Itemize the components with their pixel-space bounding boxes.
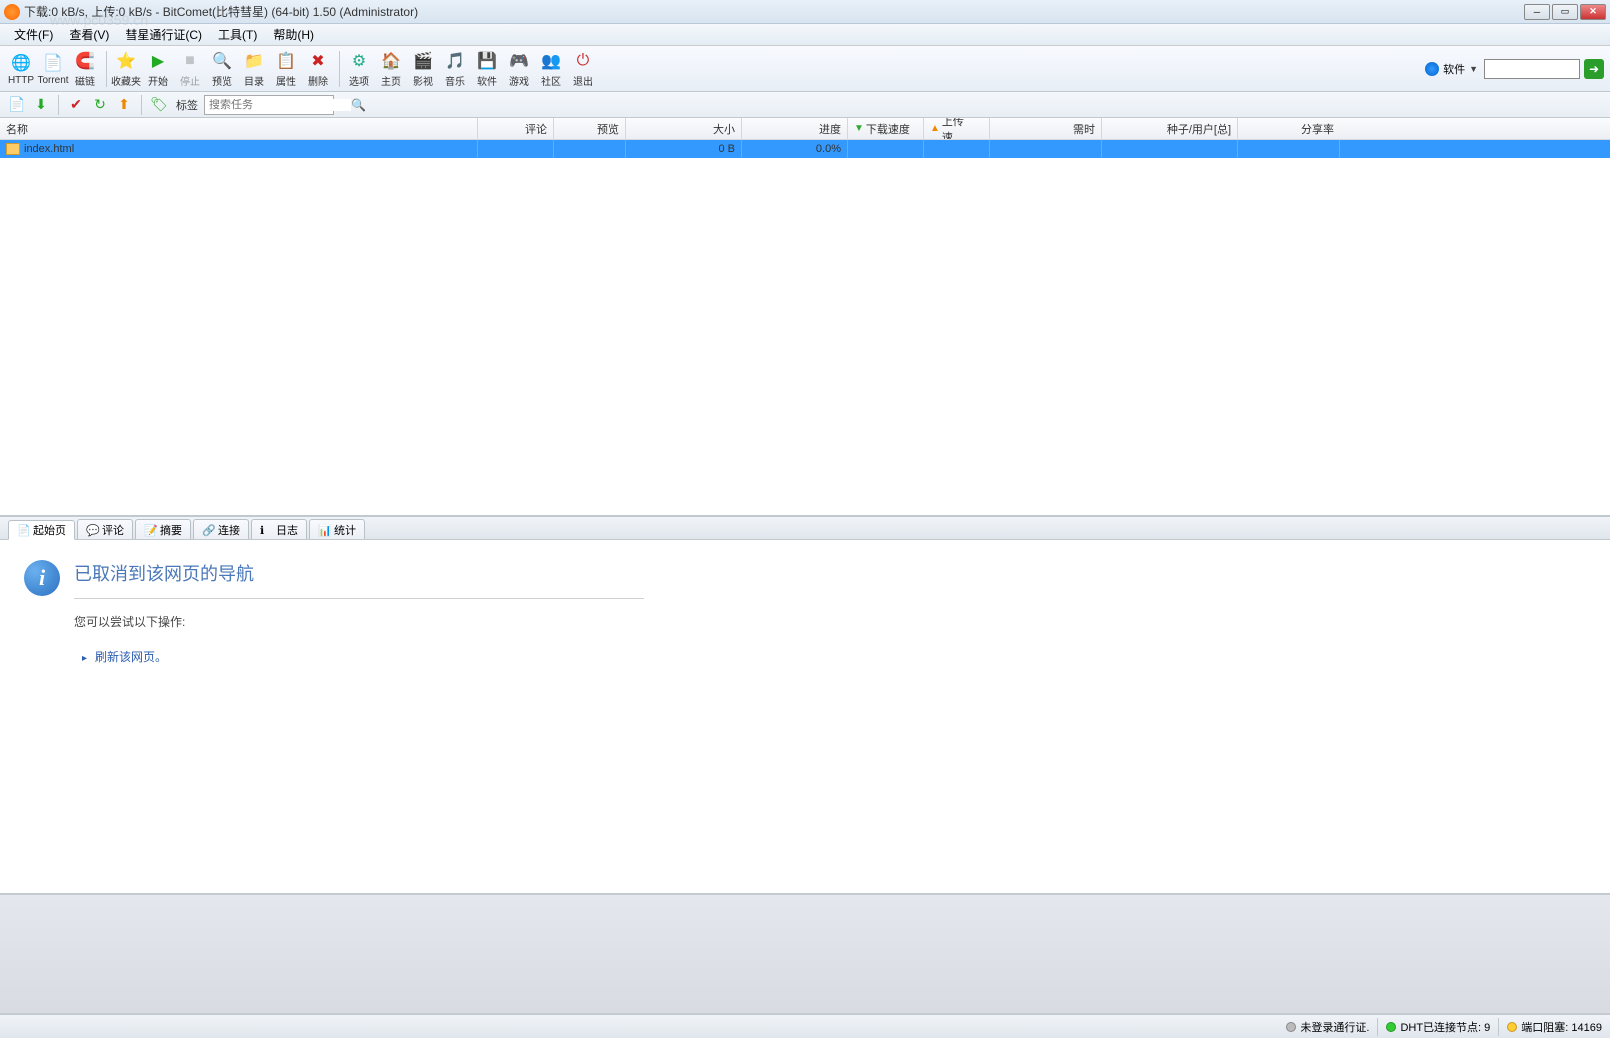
list-header: 名称 评论 预览 大小 进度 ▼下载速度 ▲上传速... 需时 种子/用户[总]… bbox=[0, 118, 1610, 140]
tab-log[interactable]: ℹ日志 bbox=[251, 519, 307, 539]
go-button[interactable]: ➜ bbox=[1584, 59, 1604, 79]
tab-connections[interactable]: 🔗连接 bbox=[193, 519, 249, 539]
menu-view[interactable]: 查看(V) bbox=[61, 24, 117, 45]
col-size[interactable]: 大小 bbox=[626, 118, 742, 139]
col-comment[interactable]: 评论 bbox=[478, 118, 554, 139]
status-dot-yellow bbox=[1507, 1022, 1517, 1032]
chevron-down-icon: ▼ bbox=[1469, 64, 1478, 74]
exit-button[interactable]: ⏻退出 bbox=[568, 48, 598, 90]
new-task-icon[interactable]: 📄 bbox=[6, 94, 28, 116]
toolbar-separator bbox=[106, 51, 107, 87]
check-icon[interactable]: ✔ bbox=[65, 94, 87, 116]
upload-arrow-icon[interactable]: ⬆ bbox=[113, 94, 135, 116]
menu-file[interactable]: 文件(F) bbox=[6, 24, 61, 45]
statusbar: 未登录通行证. DHT已连接节点: 9 端口阻塞: 14169 bbox=[0, 1014, 1610, 1038]
minimize-button[interactable]: ─ bbox=[1524, 4, 1550, 20]
maximize-button[interactable]: ▭ bbox=[1552, 4, 1578, 20]
task-list: 名称 评论 预览 大小 进度 ▼下载速度 ▲上传速... 需时 种子/用户[总]… bbox=[0, 118, 1610, 516]
detail-panel: i 已取消到该网页的导航 您可以尝试以下操作: 刷新该网页。 bbox=[0, 540, 1610, 894]
home-button[interactable]: 🏠主页 bbox=[376, 48, 406, 90]
menu-passport[interactable]: 彗星通行证(C) bbox=[117, 24, 210, 45]
summary-icon: 📝 bbox=[144, 524, 156, 536]
task-progress: 0.0% bbox=[742, 140, 848, 158]
search-category-label: 软件 bbox=[1443, 61, 1465, 77]
tab-start[interactable]: 📄起始页 bbox=[8, 520, 75, 540]
page-icon: 📄 bbox=[17, 524, 29, 536]
col-seeds[interactable]: 种子/用户[总] bbox=[1102, 118, 1238, 139]
close-button[interactable]: ✕ bbox=[1580, 4, 1606, 20]
magnet-button[interactable]: 🧲磁链 bbox=[70, 48, 100, 90]
window-title: 下载:0 kB/s, 上传:0 kB/s - BitComet(比特彗星) (6… bbox=[24, 3, 1524, 20]
tab-summary[interactable]: 📝摘要 bbox=[135, 519, 191, 539]
http-button[interactable]: 🌐HTTP bbox=[6, 48, 36, 90]
col-time[interactable]: 需时 bbox=[990, 118, 1102, 139]
preview-button[interactable]: 🔍预览 bbox=[207, 48, 237, 90]
download-arrow-icon[interactable]: ⬇ bbox=[30, 94, 52, 116]
task-search-input[interactable] bbox=[209, 99, 351, 111]
col-progress[interactable]: 进度 bbox=[742, 118, 848, 139]
stop-button[interactable]: ■停止 bbox=[175, 48, 205, 90]
game-button[interactable]: 🎮游戏 bbox=[504, 48, 534, 90]
down-arrow-icon: ▼ bbox=[854, 123, 864, 134]
list-body[interactable]: index.html 0 B 0.0% bbox=[0, 140, 1610, 515]
refresh-icon[interactable]: ↻ bbox=[89, 94, 111, 116]
detail-tabs: 📄起始页 💬评论 📝摘要 🔗连接 ℹ日志 📊统计 bbox=[0, 516, 1610, 540]
table-row[interactable]: index.html 0 B 0.0% bbox=[0, 140, 1610, 158]
pause-icon bbox=[6, 143, 20, 155]
connection-icon: 🔗 bbox=[202, 524, 214, 536]
web-search-input[interactable] bbox=[1484, 59, 1580, 79]
properties-button[interactable]: 📋属性 bbox=[271, 48, 301, 90]
col-upload-speed[interactable]: ▲上传速... bbox=[924, 118, 990, 139]
toolbar-separator bbox=[339, 51, 340, 87]
stats-icon: 📊 bbox=[318, 524, 330, 536]
detail-suggestion: 您可以尝试以下操作: bbox=[74, 613, 1586, 630]
task-size: 0 B bbox=[626, 140, 742, 158]
files-button[interactable]: 📁目录 bbox=[239, 48, 269, 90]
comment-icon: 💬 bbox=[86, 524, 98, 536]
col-preview[interactable]: 预览 bbox=[554, 118, 626, 139]
log-icon: ℹ bbox=[260, 524, 272, 536]
tag-icon[interactable]: 🏷 bbox=[148, 94, 170, 116]
status-port: 端口阻塞: 14169 bbox=[1521, 1019, 1602, 1035]
divider bbox=[74, 598, 644, 599]
app-icon bbox=[4, 4, 20, 20]
community-button[interactable]: 👥社区 bbox=[536, 48, 566, 90]
col-name[interactable]: 名称 bbox=[0, 118, 478, 139]
col-download-speed[interactable]: ▼下载速度 bbox=[848, 118, 924, 139]
tab-comments[interactable]: 💬评论 bbox=[77, 519, 133, 539]
detail-heading: 已取消到该网页的导航 bbox=[74, 560, 1586, 586]
music-button[interactable]: 🎵音乐 bbox=[440, 48, 470, 90]
info-icon: i bbox=[24, 560, 60, 596]
favorites-button[interactable]: ⭐收藏夹 bbox=[111, 48, 141, 90]
menu-tools[interactable]: 工具(T) bbox=[210, 24, 265, 45]
tab-stats[interactable]: 📊统计 bbox=[309, 519, 365, 539]
filter-toolbar: 📄 ⬇ ✔ ↻ ⬆ 🏷 标签 🔍 bbox=[0, 92, 1610, 118]
status-dht: DHT已连接节点: 9 bbox=[1400, 1019, 1490, 1035]
resize-bar[interactable] bbox=[0, 894, 1610, 1014]
task-search[interactable]: 🔍 bbox=[204, 95, 334, 115]
software-button[interactable]: 💾软件 bbox=[472, 48, 502, 90]
video-button[interactable]: 🎬影视 bbox=[408, 48, 438, 90]
menubar: 文件(F) 查看(V) 彗星通行证(C) 工具(T) 帮助(H) bbox=[0, 24, 1610, 46]
menu-help[interactable]: 帮助(H) bbox=[265, 24, 322, 45]
torrent-button[interactable]: 📄Torrent bbox=[38, 48, 68, 90]
options-button[interactable]: ⚙选项 bbox=[344, 48, 374, 90]
status-passport: 未登录通行证. bbox=[1300, 1019, 1369, 1035]
search-category[interactable]: 软件 ▼ bbox=[1425, 58, 1478, 80]
status-dot-green bbox=[1386, 1022, 1396, 1032]
status-dot-gray bbox=[1286, 1022, 1296, 1032]
start-button[interactable]: ▶开始 bbox=[143, 48, 173, 90]
globe-icon bbox=[1425, 62, 1439, 76]
titlebar: 下载:0 kB/s, 上传:0 kB/s - BitComet(比特彗星) (6… bbox=[0, 0, 1610, 24]
tags-label: 标签 bbox=[172, 97, 202, 113]
main-toolbar: 🌐HTTP 📄Torrent 🧲磁链 ⭐收藏夹 ▶开始 ■停止 🔍预览 📁目录 … bbox=[0, 46, 1610, 92]
search-icon[interactable]: 🔍 bbox=[351, 98, 366, 112]
delete-button[interactable]: ✖删除 bbox=[303, 48, 333, 90]
refresh-link[interactable]: 刷新该网页。 bbox=[82, 646, 1586, 667]
task-name: index.html bbox=[24, 143, 74, 155]
col-share[interactable]: 分享率 bbox=[1238, 118, 1340, 139]
up-arrow-icon: ▲ bbox=[930, 123, 940, 134]
